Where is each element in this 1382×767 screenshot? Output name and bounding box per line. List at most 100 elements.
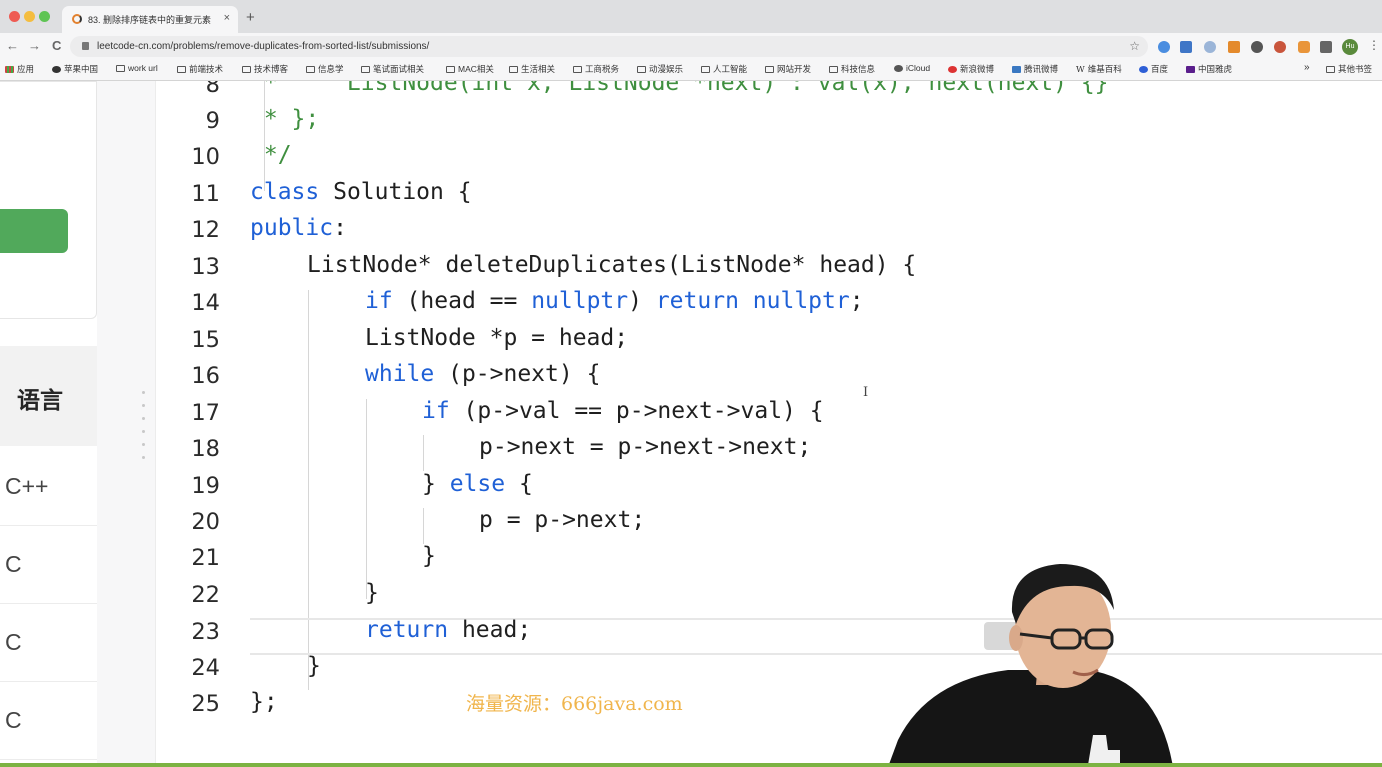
extensions-puzzle-icon[interactable] — [1320, 41, 1332, 53]
profile-avatar[interactable]: Hu — [1342, 39, 1358, 55]
code-line: 14 if (head == nullptr) return nullptr; — [156, 286, 1382, 322]
new-tab-button[interactable]: + — [246, 9, 255, 26]
code-text: } else { — [422, 471, 533, 497]
bookmark-wikipedia[interactable]: W 维基百科 — [1076, 63, 1122, 75]
bookmark-folder[interactable]: 网站开发 — [765, 63, 811, 75]
extension-red-icon[interactable] — [1274, 41, 1286, 53]
code-line: 8 * ListNode(int x, ListNode *next) : va… — [156, 81, 1382, 104]
minimize-window-button[interactable] — [24, 11, 35, 22]
leetcode-favicon-icon — [72, 14, 82, 24]
code-text: while (p->next) { — [365, 361, 601, 387]
bookmark-folder[interactable]: 生活相关 — [509, 63, 555, 75]
language-item[interactable]: C — [0, 681, 97, 760]
bookmarks-overflow-button[interactable]: » — [1304, 62, 1310, 73]
url-text: leetcode-cn.com/problems/remove-duplicat… — [97, 41, 430, 52]
webcam-presenter-image — [888, 560, 1188, 767]
code-line: 24 } — [156, 651, 1382, 687]
bookmark-folder[interactable]: 动漫娱乐 — [637, 63, 683, 75]
bookmark-folder[interactable]: 前端技术 — [177, 63, 223, 75]
line-number: 9 — [205, 108, 220, 134]
code-text: * }; — [250, 106, 320, 132]
address-bar-row: ← → C leetcode-cn.com/problems/remove-du… — [0, 33, 1382, 60]
line-number: 16 — [191, 363, 220, 389]
bookmark-star-icon[interactable]: ☆ — [1129, 39, 1140, 53]
language-header: 语言 — [0, 346, 97, 446]
line-number: 10 — [191, 144, 220, 170]
other-bookmarks-folder[interactable]: 其他书签 — [1326, 63, 1372, 75]
language-item[interactable]: C — [0, 603, 97, 682]
line-number: 17 — [191, 400, 220, 426]
bookmark-folder[interactable]: 笔试面试相关 — [361, 63, 424, 75]
line-number: 18 — [191, 436, 220, 462]
browser-tab-bar: 83. 删除排序链表中的重复元素 × + — [0, 0, 1382, 33]
left-panel: 语言 C++ C C C — [0, 81, 97, 767]
code-text: p = p->next; — [479, 507, 646, 533]
bookmark-item[interactable]: 苹果中国 — [52, 63, 98, 75]
bookmark-icloud[interactable]: iCloud — [894, 63, 930, 73]
bookmark-baidu[interactable]: 百度 — [1139, 63, 1168, 75]
code-line: 10 */ — [156, 140, 1382, 176]
code-text: * ListNode(int x, ListNode *next) : val(… — [250, 81, 1109, 96]
code-text: */ — [250, 142, 292, 168]
bookmarks-bar: 应用 苹果中国 work url 前端技术 技术博客 信息学 笔试面试相关 MA… — [0, 60, 1382, 81]
bookmark-apps[interactable]: 应用 — [5, 63, 34, 75]
bookmark-tencent-weibo[interactable]: 腾讯微博 — [1012, 63, 1058, 75]
browser-menu-icon[interactable]: ⋮ — [1368, 38, 1380, 52]
language-item[interactable]: C — [0, 525, 97, 604]
bookmark-folder[interactable]: 工商税务 — [573, 63, 619, 75]
code-editor[interactable]: 8 * ListNode(int x, ListNode *next) : va… — [156, 81, 1382, 767]
line-number: 13 — [191, 254, 220, 280]
close-window-button[interactable] — [9, 11, 20, 22]
line-number: 19 — [191, 473, 220, 499]
bookmark-folder[interactable]: 人工智能 — [701, 63, 747, 75]
bookmark-folder[interactable]: 信息学 — [306, 63, 344, 75]
line-number: 12 — [191, 217, 220, 243]
bookmark-weibo[interactable]: 新浪微博 — [948, 63, 994, 75]
panel-resize-gutter[interactable] — [97, 81, 156, 767]
forward-button[interactable]: → — [28, 38, 41, 53]
line-number: 22 — [191, 582, 220, 608]
metamask-fox-icon[interactable] — [1228, 41, 1240, 53]
url-input[interactable]: leetcode-cn.com/problems/remove-duplicat… — [70, 36, 1148, 57]
bookmark-folder[interactable]: 科技信息 — [829, 63, 875, 75]
line-number: 8 — [205, 81, 220, 98]
extension-orange-icon[interactable] — [1298, 41, 1310, 53]
submission-card — [0, 81, 97, 319]
extension-off-icon[interactable] — [1180, 41, 1192, 53]
bottom-status-stripe — [0, 763, 1382, 767]
presenter-illustration — [888, 564, 1173, 767]
code-line: 16 while (p->next) { — [156, 359, 1382, 395]
extension-shield-icon[interactable] — [1204, 41, 1216, 53]
bookmark-folder[interactable]: MAC相关 — [446, 63, 494, 75]
bookmark-yahoo-china[interactable]: 中国雅虎 — [1186, 63, 1232, 75]
reload-button[interactable]: C — [52, 38, 61, 53]
tab-close-icon[interactable]: × — [224, 12, 230, 24]
resize-handle[interactable] — [142, 391, 145, 469]
code-text: ListNode *p = head; — [365, 325, 629, 351]
extension-1-icon[interactable] — [1158, 41, 1170, 53]
code-line: 17 if (p->val == p->next->val) { — [156, 396, 1382, 432]
code-text: if (p->val == p->next->val) { — [422, 398, 824, 424]
code-line-active: 23 return head; — [156, 615, 1382, 651]
browser-tab-active[interactable]: 83. 删除排序链表中的重复元素 × — [62, 6, 238, 33]
back-button[interactable]: ← — [6, 38, 19, 53]
code-line: 18 p->next = p->next->next; — [156, 432, 1382, 468]
code-line: 9 * }; — [156, 104, 1382, 140]
green-action-button[interactable] — [0, 209, 68, 253]
code-text: }; — [250, 689, 278, 715]
code-line: 25 }; — [156, 687, 1382, 723]
code-text: p->next = p->next->next; — [479, 434, 812, 460]
code-text: } — [307, 653, 321, 679]
code-text: ListNode* deleteDuplicates(ListNode* hea… — [307, 252, 917, 278]
bookmark-folder[interactable]: work url — [116, 63, 158, 73]
maximize-window-button[interactable] — [39, 11, 50, 22]
code-line: 22 } — [156, 578, 1382, 614]
line-number: 15 — [191, 327, 220, 353]
line-number: 20 — [191, 509, 220, 535]
bookmark-folder[interactable]: 技术博客 — [242, 63, 288, 75]
code-line: 11 class Solution { — [156, 177, 1382, 213]
code-text: if (head == nullptr) return nullptr; — [365, 288, 864, 314]
extension-chat-icon[interactable] — [1251, 41, 1263, 53]
language-item[interactable]: C++ — [0, 447, 97, 526]
code-text: public: — [250, 215, 347, 241]
